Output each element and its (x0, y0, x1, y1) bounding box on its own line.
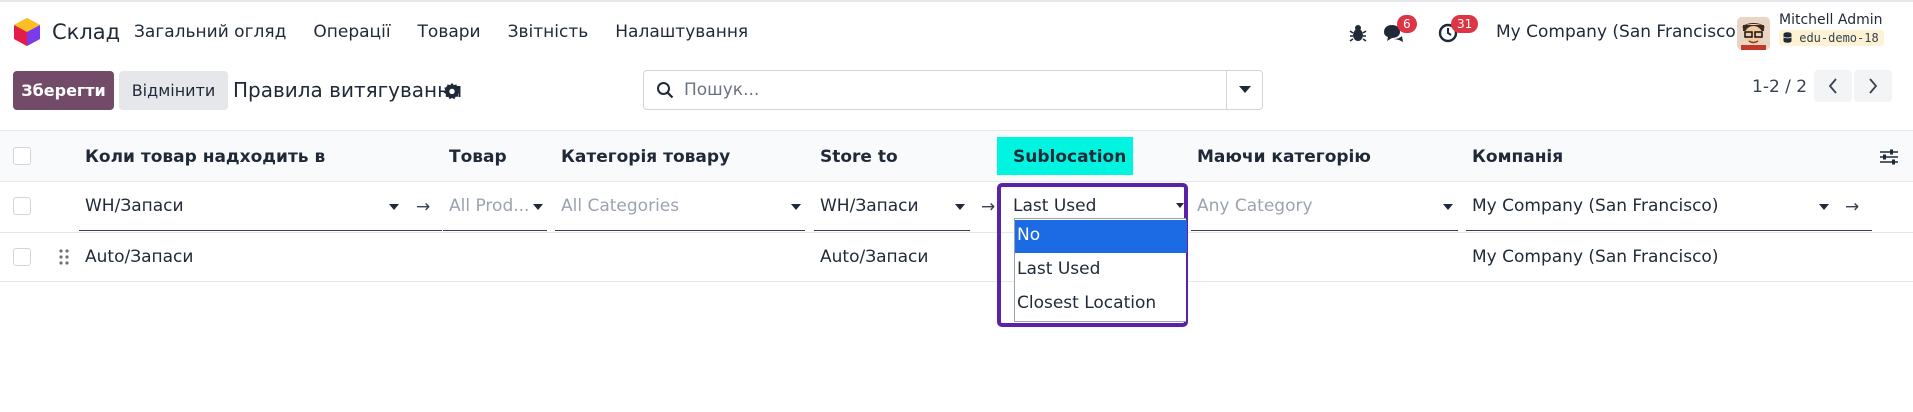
menu-reporting[interactable]: Звітність (508, 22, 589, 42)
column-header-product-category[interactable]: Категорія товару (561, 147, 730, 167)
search-icon (657, 82, 674, 99)
menu-overview[interactable]: Загальний огляд (134, 22, 286, 42)
row-location: Auto/Запаси (85, 247, 194, 267)
store-to-dropdown-icon[interactable] (955, 204, 965, 210)
database-icon (1783, 32, 1792, 43)
location-internal-link-icon[interactable]: → (416, 197, 430, 217)
having-category-field[interactable]: Any Category (1197, 196, 1313, 216)
search-bar (643, 70, 1263, 110)
messages-badge: 6 (1397, 15, 1417, 33)
sublocation-option-last-used[interactable]: Last Used (1015, 254, 1187, 287)
table-row-editing: WH/Запаси → All Prod... All Categories W… (0, 182, 1913, 233)
column-header-product[interactable]: Товар (449, 147, 507, 167)
inventory-app-icon[interactable] (13, 17, 41, 47)
app-name[interactable]: Склад (52, 20, 120, 44)
store-to-internal-link-icon[interactable]: → (981, 197, 995, 217)
company-switcher[interactable]: My Company (San Francisco) (1496, 22, 1742, 42)
caret-down-icon (1238, 86, 1251, 93)
menu-products[interactable]: Товари (418, 22, 481, 42)
gear-icon[interactable] (443, 82, 461, 100)
product-field[interactable]: All Prod... (449, 196, 529, 216)
column-header-store-to[interactable]: Store to (820, 147, 898, 167)
user-avatar[interactable] (1737, 17, 1770, 50)
user-name[interactable]: Mitchell Admin (1779, 12, 1883, 28)
location-field[interactable]: WH/Запаси (85, 196, 184, 216)
search-input[interactable] (684, 72, 1204, 108)
pager-next-button[interactable] (1854, 70, 1892, 102)
row-company: My Company (San Francisco) (1472, 247, 1719, 267)
product-category-dropdown-icon[interactable] (791, 204, 801, 210)
list-header: Коли товар надходить в Товар Категорія т… (0, 130, 1913, 182)
table-row[interactable]: Auto/Запаси Auto/Запаси My Company (San … (0, 233, 1913, 282)
drag-handle-icon[interactable] (58, 249, 70, 265)
menu-configuration[interactable]: Налаштування (615, 22, 748, 42)
product-category-field[interactable]: All Categories (561, 196, 679, 216)
product-category-field-underline (555, 230, 805, 231)
page-title: Правила витягування (233, 78, 463, 102)
optional-columns-toggle-icon[interactable] (1879, 148, 1899, 166)
pager-value[interactable]: 1-2 / 2 (1752, 77, 1807, 97)
having-category-field-underline (1191, 230, 1458, 231)
sublocation-option-closest-location[interactable]: Closest Location (1015, 288, 1187, 321)
company-internal-link-icon[interactable]: → (1845, 197, 1859, 217)
product-field-underline (443, 230, 547, 231)
chevron-right-icon (1869, 78, 1878, 94)
bug-icon[interactable] (1347, 22, 1369, 44)
save-button[interactable]: Зберегти (13, 71, 114, 110)
product-dropdown-icon[interactable] (533, 204, 543, 210)
company-field[interactable]: My Company (San Francisco) (1472, 196, 1718, 216)
pager-previous-button[interactable] (1814, 70, 1852, 102)
select-all-checkbox[interactable] (13, 147, 31, 165)
location-dropdown-icon[interactable] (389, 204, 399, 210)
row-checkbox[interactable] (13, 197, 31, 215)
sublocation-caret-icon[interactable] (1176, 203, 1184, 208)
column-header-having-category[interactable]: Маючи категорію (1197, 147, 1371, 167)
column-header-company[interactable]: Компанія (1472, 147, 1563, 167)
sublocation-option-no[interactable]: No (1015, 220, 1187, 253)
row-checkbox[interactable] (13, 248, 31, 266)
store-to-field-underline (814, 230, 970, 231)
menu-operations[interactable]: Операції (313, 22, 390, 42)
row-store-to: Auto/Запаси (820, 247, 929, 267)
sublocation-dropdown-list: No Last Used Closest Location (1014, 218, 1187, 322)
top-navbar: Склад Загальний огляд Операції Товари Зв… (0, 0, 1913, 62)
database-name: edu-demo-18 (1799, 31, 1879, 45)
company-field-underline (1466, 230, 1872, 231)
location-field-underline (79, 230, 442, 231)
sublocation-select[interactable]: Last Used (1013, 196, 1096, 216)
main-menu: Загальний огляд Операції Товари Звітніст… (134, 22, 775, 42)
database-badge: edu-demo-18 (1779, 30, 1884, 46)
search-options-toggle[interactable] (1226, 71, 1262, 109)
chevron-left-icon (1828, 78, 1837, 94)
activities-badge: 31 (1451, 15, 1479, 33)
discard-button[interactable]: Відмінити (119, 71, 228, 110)
column-header-location[interactable]: Коли товар надходить в (85, 147, 325, 167)
store-to-field[interactable]: WH/Запаси (820, 196, 919, 216)
column-header-sublocation[interactable]: Sublocation (1013, 147, 1126, 167)
avatar-image-icon (1737, 17, 1770, 50)
having-category-dropdown-icon[interactable] (1443, 204, 1453, 210)
company-dropdown-icon[interactable] (1819, 204, 1829, 210)
